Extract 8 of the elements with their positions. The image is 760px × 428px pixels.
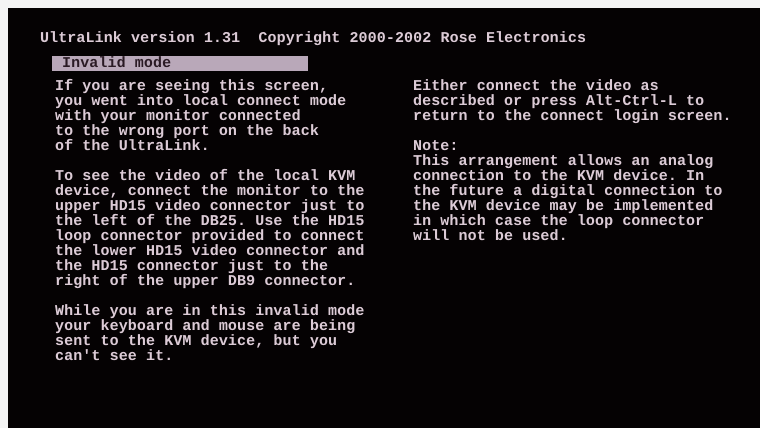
- paragraph: To see the video of the local KVM device, connect the monitor to the upper HD15 video connector just to the left of the DB25. Use the HD15 loop connector provided to connect the lower HD15 video connector and the HD15 connector just to the right of the upper DB9 connector.: [55, 169, 366, 289]
- paragraph: While you are in this invalid mode your keyboard and mouse are being sent to the KVM device, but you can't see it.: [55, 304, 366, 364]
- note-label: Note:: [413, 139, 460, 154]
- title-bar: Invalid mode: [52, 56, 308, 71]
- header-text: UltraLink version 1.31 Copyright 2000-2002 Rose Electronics: [40, 31, 588, 46]
- paragraph: This arrangement allows an analog connection to the KVM device. In the future a digital connection to the KVM device may be implemented in which case the loop connector will not be used.: [413, 154, 724, 244]
- paragraph: Either connect the video as described or press Alt-Ctrl-L to return to the connect login screen.: [413, 79, 729, 124]
- paragraph: If you are seeing this screen, you went into local connect mode with your monitor connected to the wrong port on the back of the UltraLink.: [55, 79, 348, 154]
